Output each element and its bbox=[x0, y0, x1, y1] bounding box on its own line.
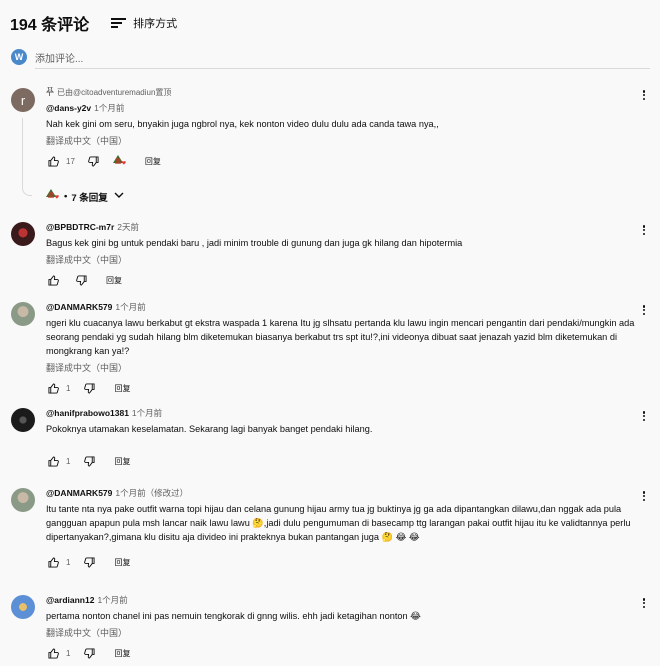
comment-time[interactable]: 1个月前 bbox=[94, 102, 124, 114]
like-count: 1 bbox=[66, 648, 71, 658]
sort-label: 排序方式 bbox=[133, 18, 178, 30]
avatar[interactable] bbox=[11, 488, 35, 512]
comment-text: Nah kek gini om seru, bnyakin juga ngbro… bbox=[46, 119, 439, 129]
creator-heart-icon bbox=[111, 154, 127, 168]
comment-time[interactable]: 2天前 bbox=[117, 221, 139, 233]
avatar[interactable] bbox=[11, 222, 35, 246]
pinned-label: 已由@citoadventuremadiun置顶 bbox=[45, 86, 646, 98]
comment-text: Bagus kek gini bg untuk pendaki baru , j… bbox=[46, 238, 463, 248]
avatar[interactable] bbox=[11, 595, 35, 619]
reply-button[interactable]: 回复 bbox=[114, 383, 130, 394]
dislike-icon[interactable] bbox=[87, 154, 101, 168]
avatar[interactable] bbox=[11, 408, 35, 432]
like-icon[interactable] bbox=[46, 555, 60, 569]
dislike-icon[interactable] bbox=[82, 454, 96, 468]
comment-time[interactable]: 1个月前（修改过） bbox=[115, 487, 188, 499]
comment-text: pertama nonton chanel ini pas nemuin ten… bbox=[46, 611, 421, 621]
comments-header: 194 条评论 排序方式 bbox=[10, 12, 177, 34]
sort-button[interactable]: 排序方式 bbox=[111, 15, 177, 31]
replies-label: 7 条回复 bbox=[71, 192, 108, 204]
reply-button[interactable]: 回复 bbox=[145, 156, 161, 167]
translate-link[interactable]: 翻译成中文（中国） bbox=[46, 134, 646, 147]
comment-time[interactable]: 1个月前 bbox=[132, 407, 162, 419]
add-comment-input[interactable]: 添加评论... bbox=[35, 50, 83, 65]
translate-link[interactable]: 翻译成中文（中国） bbox=[46, 626, 646, 639]
like-icon[interactable] bbox=[46, 454, 60, 468]
dislike-icon[interactable] bbox=[74, 273, 88, 287]
comment-author[interactable]: @DANMARK579 bbox=[46, 302, 112, 312]
more-options-icon[interactable] bbox=[640, 409, 648, 423]
pin-icon bbox=[45, 86, 55, 98]
dislike-icon[interactable] bbox=[82, 555, 96, 569]
reply-button[interactable]: 回复 bbox=[106, 275, 122, 286]
replier-avatar bbox=[44, 188, 60, 205]
avatar[interactable] bbox=[11, 302, 35, 326]
comment-author[interactable]: @hanifprabowo1381 bbox=[46, 408, 129, 418]
add-comment-underline bbox=[35, 68, 650, 69]
like-count: 1 bbox=[66, 383, 71, 393]
more-options-icon[interactable] bbox=[640, 88, 648, 102]
dislike-icon[interactable] bbox=[82, 381, 96, 395]
comment-time[interactable]: 1个月前 bbox=[115, 301, 145, 313]
thread-connector bbox=[22, 118, 32, 196]
comment-count: 194 条评论 bbox=[10, 17, 90, 34]
comment-text: Itu tante nta nya pake outfit warna topi… bbox=[46, 504, 631, 542]
reply-button[interactable]: 回复 bbox=[114, 557, 130, 568]
like-icon[interactable] bbox=[46, 381, 60, 395]
like-count: 17 bbox=[66, 156, 75, 166]
view-replies-button[interactable]: • 7 条回复 bbox=[44, 188, 124, 205]
translate-link[interactable]: 翻译成中文（中国） bbox=[46, 253, 646, 266]
translate-link[interactable]: 翻译成中文（中国） bbox=[46, 361, 646, 374]
like-icon[interactable] bbox=[46, 646, 60, 660]
comment-author[interactable]: @BPBDTRC-m7r bbox=[46, 222, 114, 232]
more-options-icon[interactable] bbox=[640, 223, 648, 237]
avatar[interactable]: r bbox=[11, 88, 35, 112]
like-count: 1 bbox=[66, 557, 71, 567]
like-icon[interactable] bbox=[46, 154, 60, 168]
comment-author[interactable]: @DANMARK579 bbox=[46, 488, 112, 498]
comment-author[interactable]: @ardiann12 bbox=[46, 595, 94, 605]
reply-button[interactable]: 回复 bbox=[114, 456, 130, 467]
add-comment-row[interactable]: W 添加评论... bbox=[11, 49, 650, 65]
more-options-icon[interactable] bbox=[640, 303, 648, 317]
comment-text: Pokoknya utamakan keselamatan. Sekarang … bbox=[46, 424, 373, 434]
comment-text: ngeri klu cuacanya lawu berkabut gt ekst… bbox=[46, 318, 635, 356]
user-avatar: W bbox=[11, 49, 27, 65]
chevron-down-icon bbox=[114, 191, 124, 202]
more-options-icon[interactable] bbox=[640, 596, 648, 610]
more-options-icon[interactable] bbox=[640, 489, 648, 503]
like-icon[interactable] bbox=[46, 273, 60, 287]
comment-author[interactable]: @dans-y2v bbox=[46, 103, 91, 113]
dislike-icon[interactable] bbox=[82, 646, 96, 660]
like-count: 1 bbox=[66, 456, 71, 466]
reply-button[interactable]: 回复 bbox=[114, 648, 130, 659]
comment-time[interactable]: 1个月前 bbox=[97, 594, 127, 606]
sort-icon bbox=[111, 17, 127, 29]
